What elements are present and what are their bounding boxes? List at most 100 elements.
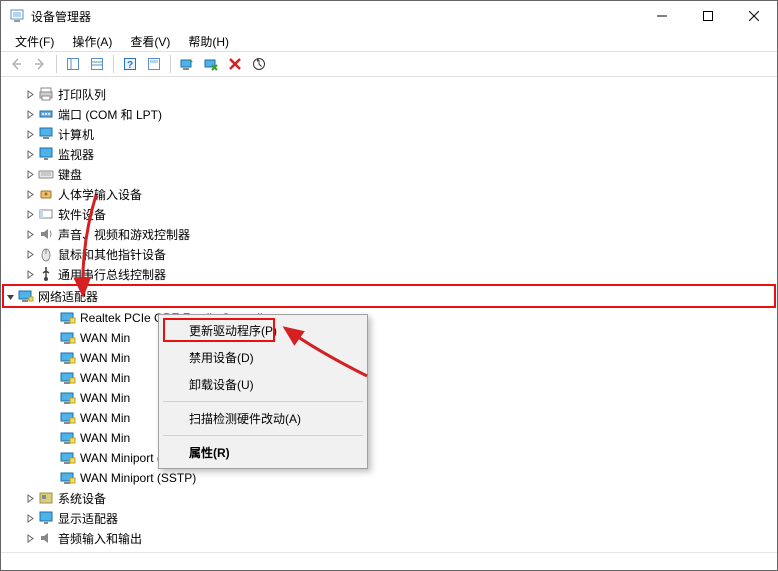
- network-adapter-item[interactable]: WAN Min: [2, 388, 776, 408]
- device-tree: 打印队列端口 (COM 和 LPT)计算机监视器键盘人体学输入设备软件设备声音、…: [2, 78, 776, 548]
- view-button-2[interactable]: [86, 53, 108, 75]
- scan-hardware-button[interactable]: [248, 53, 270, 75]
- netadapter-icon: [60, 350, 76, 366]
- category-mouse[interactable]: 鼠标和其他指针设备: [2, 244, 776, 264]
- forward-button[interactable]: [29, 53, 51, 75]
- context-menu-item[interactable]: 扫描检测硬件改动(A): [161, 405, 365, 432]
- context-menu: 更新驱动程序(P)禁用设备(D)卸载设备(U) 扫描检测硬件改动(A) 属性(R): [158, 314, 368, 469]
- toolbar-separator: [170, 55, 171, 73]
- expander-icon[interactable]: [24, 512, 36, 524]
- network-adapter-item[interactable]: WAN Min: [2, 368, 776, 388]
- category-computer[interactable]: 计算机: [2, 124, 776, 144]
- expander-icon[interactable]: [24, 168, 36, 180]
- toolbar: ?: [1, 51, 777, 77]
- context-menu-separator: [163, 401, 363, 402]
- category-display[interactable]: 显示适配器: [2, 508, 776, 528]
- tree-node-label: 键盘: [58, 166, 82, 183]
- expander-icon[interactable]: [46, 472, 58, 484]
- audio-icon: [38, 226, 54, 242]
- properties-button[interactable]: [143, 53, 165, 75]
- category-system[interactable]: 系统设备: [2, 488, 776, 508]
- context-menu-separator: [163, 435, 363, 436]
- menu-action[interactable]: 操作(A): [64, 31, 120, 52]
- tree-node-label: 声音、视频和游戏控制器: [58, 226, 190, 243]
- category-audio[interactable]: 声音、视频和游戏控制器: [2, 224, 776, 244]
- tree-node-label: 显示适配器: [58, 510, 118, 527]
- tree-node-label: 监视器: [58, 146, 94, 163]
- expander-icon[interactable]: [46, 392, 58, 404]
- tree-node-label: 网络适配器: [38, 288, 98, 305]
- tree-node-label: WAN Min: [80, 371, 130, 385]
- network-icon: [18, 288, 34, 304]
- tree-node-label: 系统设备: [58, 490, 106, 507]
- expander-icon[interactable]: [46, 312, 58, 324]
- expander-icon[interactable]: [24, 532, 36, 544]
- maximize-button[interactable]: [685, 1, 731, 31]
- tree-node-label: WAN Min: [80, 331, 130, 345]
- expander-icon[interactable]: [46, 452, 58, 464]
- category-network-adapters[interactable]: 网络适配器: [2, 284, 776, 308]
- network-adapter-item[interactable]: WAN Min: [2, 328, 776, 348]
- network-adapter-item[interactable]: Realtek PCIe GBE Family Controller: [2, 308, 776, 328]
- category-audioio[interactable]: 音频输入和输出: [2, 528, 776, 548]
- titlebar: 设备管理器: [1, 1, 777, 31]
- close-button[interactable]: [731, 1, 777, 31]
- network-adapter-item[interactable]: WAN Min: [2, 348, 776, 368]
- printer-icon: [38, 86, 54, 102]
- expander-icon[interactable]: [24, 148, 36, 160]
- software-icon: [38, 206, 54, 222]
- netadapter-icon: [60, 470, 76, 486]
- category-software[interactable]: 软件设备: [2, 204, 776, 224]
- help-button[interactable]: ?: [119, 53, 141, 75]
- expander-icon[interactable]: [46, 412, 58, 424]
- menu-file[interactable]: 文件(F): [7, 31, 62, 52]
- tree-node-label: 端口 (COM 和 LPT): [58, 106, 162, 123]
- expander-icon[interactable]: [24, 492, 36, 504]
- expander-icon[interactable]: [46, 432, 58, 444]
- minimize-button[interactable]: [639, 1, 685, 31]
- expander-icon[interactable]: [24, 268, 36, 280]
- expander-icon[interactable]: [46, 332, 58, 344]
- category-hid[interactable]: 人体学输入设备: [2, 184, 776, 204]
- expander-icon[interactable]: [24, 248, 36, 260]
- menu-help[interactable]: 帮助(H): [180, 31, 237, 52]
- category-monitor[interactable]: 监视器: [2, 144, 776, 164]
- port-icon: [38, 106, 54, 122]
- network-adapter-item[interactable]: WAN Min: [2, 428, 776, 448]
- menu-view[interactable]: 查看(V): [122, 31, 178, 52]
- context-menu-item[interactable]: 禁用设备(D): [161, 344, 365, 371]
- netadapter-icon: [60, 430, 76, 446]
- category-printer[interactable]: 打印队列: [2, 84, 776, 104]
- hid-icon: [38, 186, 54, 202]
- netadapter-icon: [60, 410, 76, 426]
- context-menu-item[interactable]: 属性(R): [161, 439, 365, 466]
- network-adapter-item[interactable]: WAN Miniport (SSTP): [2, 468, 776, 488]
- category-port[interactable]: 端口 (COM 和 LPT): [2, 104, 776, 124]
- update-driver-button[interactable]: [176, 53, 198, 75]
- category-usb[interactable]: 通用串行总线控制器: [2, 264, 776, 284]
- expander-icon[interactable]: [46, 352, 58, 364]
- disable-device-button[interactable]: [200, 53, 222, 75]
- audioio-icon: [38, 530, 54, 546]
- category-keyboard[interactable]: 键盘: [2, 164, 776, 184]
- monitor-icon: [38, 146, 54, 162]
- expander-icon[interactable]: [4, 290, 16, 302]
- status-bar: [1, 552, 777, 570]
- expander-icon[interactable]: [24, 128, 36, 140]
- context-menu-item[interactable]: 卸载设备(U): [161, 371, 365, 398]
- network-adapter-item[interactable]: WAN Miniport (PPTP): [2, 448, 776, 468]
- uninstall-button[interactable]: [224, 53, 246, 75]
- keyboard-icon: [38, 166, 54, 182]
- expander-icon[interactable]: [24, 228, 36, 240]
- expander-icon[interactable]: [24, 208, 36, 220]
- network-adapter-item[interactable]: WAN Min: [2, 408, 776, 428]
- mouse-icon: [38, 246, 54, 262]
- expander-icon[interactable]: [24, 108, 36, 120]
- expander-icon[interactable]: [46, 372, 58, 384]
- view-button-1[interactable]: [62, 53, 84, 75]
- device-tree-area[interactable]: 打印队列端口 (COM 和 LPT)计算机监视器键盘人体学输入设备软件设备声音、…: [2, 78, 776, 550]
- expander-icon[interactable]: [24, 88, 36, 100]
- expander-icon[interactable]: [24, 188, 36, 200]
- back-button[interactable]: [5, 53, 27, 75]
- context-menu-item[interactable]: 更新驱动程序(P): [161, 317, 365, 344]
